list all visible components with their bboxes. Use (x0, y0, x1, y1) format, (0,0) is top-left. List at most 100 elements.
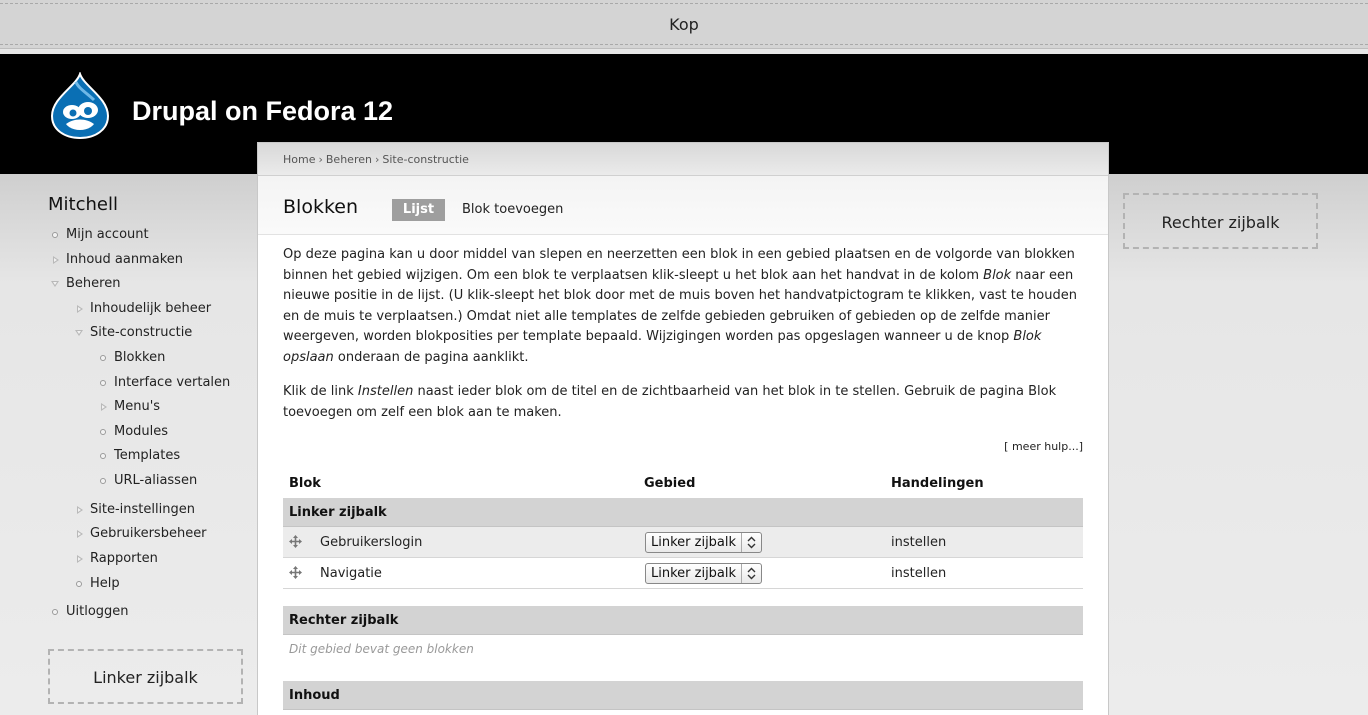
sidebar-item-site-instellingen[interactable]: Site-instellingen (77, 502, 195, 517)
sidebar-item-beheren[interactable]: Beheren (51, 276, 121, 291)
triangle-right-icon (74, 529, 84, 539)
dashed-border-bottom (0, 44, 1368, 45)
region-row-label: Linker zijbalk (289, 505, 387, 520)
help-text: Op deze pagina kan u door middel van sle… (283, 245, 1083, 437)
bullet-icon (50, 607, 60, 617)
breadcrumb-site-constructie[interactable]: Site-constructie (382, 153, 469, 166)
breadcrumb-separator: › (318, 153, 323, 166)
sidebar-item-label: Help (90, 576, 120, 591)
triangle-right-icon (74, 505, 84, 515)
breadcrumb-beheren[interactable]: Beheren (326, 153, 372, 166)
bullet-icon (98, 451, 108, 461)
sidebar-item-label: Menu's (114, 399, 161, 414)
header-region-kop: Kop (0, 0, 1368, 49)
breadcrumb: Home › Beheren › Site-constructie (283, 153, 469, 166)
configure-link[interactable]: instellen (891, 535, 946, 550)
sidebar-item-blokken[interactable]: Blokken (100, 350, 166, 365)
page-title: Blokken (283, 196, 358, 218)
user-name-heading: Mitchell (48, 194, 118, 215)
sidebar-item-label: Templates (114, 448, 181, 463)
sidebar-item-inhoud-aanmaken[interactable]: Inhoud aanmaken (53, 252, 183, 267)
drupal-drop-icon[interactable] (48, 72, 112, 140)
breadcrumb-bar: Home › Beheren › Site-constructie (258, 143, 1108, 176)
drag-handle-icon[interactable] (289, 566, 302, 579)
region-left-sidebar-placeholder: Linker zijbalk (48, 649, 243, 704)
region-select[interactable]: Linker zijbalk (645, 563, 762, 584)
bullet-icon (98, 378, 108, 388)
sidebar-item-label: Gebruikersbeheer (90, 526, 207, 541)
triangle-down-icon (74, 328, 84, 338)
more-help-link[interactable]: [ meer hulp...] (1004, 440, 1083, 453)
help-paragraph-1: Op deze pagina kan u door middel van sle… (283, 245, 1083, 368)
sidebar-item-label: Site-constructie (90, 325, 193, 340)
sidebar-item-label: Modules (114, 424, 169, 439)
dashed-border-top (0, 3, 1368, 4)
sidebar-item-label: Uitloggen (66, 604, 129, 619)
sidebar-item-menu-s[interactable]: Menu's (101, 399, 161, 414)
sidebar-item-label: Site-instellingen (90, 502, 195, 517)
breadcrumb-home[interactable]: Home (283, 153, 315, 166)
configure-link[interactable]: instellen (891, 566, 946, 581)
sidebar-item-label: Blokken (114, 350, 166, 365)
region-right-label: Rechter zijbalk (1161, 213, 1280, 232)
region-select[interactable]: Linker zijbalk (645, 532, 762, 553)
sidebar-item-rapporten[interactable]: Rapporten (77, 551, 158, 566)
region-right-sidebar-placeholder: Rechter zijbalk (1123, 193, 1318, 249)
main-content: Home › Beheren › Site-constructie Blokken Li… (257, 142, 1109, 715)
title-bar: Blokken Lijst Blok toevoegen (258, 176, 1108, 235)
sidebar-item-gebruikersbeheer[interactable]: Gebruikersbeheer (77, 526, 207, 541)
table-row: Navigatie Linker zijbalk instellen (283, 558, 1083, 589)
sidebar-item-label: Inhoud aanmaken (66, 252, 183, 267)
triangle-right-icon (74, 304, 84, 314)
region-row-inhoud: Inhoud (283, 681, 1083, 710)
sidebar-item-site-constructie[interactable]: Site-constructie (75, 325, 193, 340)
region-select-value: Linker zijbalk (651, 566, 737, 581)
column-header-operations: Handelingen (891, 476, 984, 491)
triangle-down-icon (50, 279, 60, 289)
bullet-icon (50, 230, 60, 240)
sidebar-item-label: Inhoudelijk beheer (90, 301, 212, 316)
site-name[interactable]: Drupal on Fedora 12 (132, 96, 393, 127)
column-header-region: Gebied (644, 476, 696, 491)
bullet-icon (74, 579, 84, 589)
block-name: Gebruikerslogin (320, 535, 423, 550)
block-name: Navigatie (320, 566, 382, 581)
help-text-emphasis: Blok (983, 267, 1012, 283)
triangle-right-icon (74, 554, 84, 564)
triangle-right-icon (98, 402, 108, 412)
help-paragraph-2: Klik de link Instellen naast ieder blok … (283, 382, 1083, 423)
region-row-label: Inhoud (289, 688, 340, 703)
sidebar-item-label: Beheren (66, 276, 121, 291)
sidebar-item-inhoudelijk-beheer[interactable]: Inhoudelijk beheer (77, 301, 212, 316)
sidebar-item-mijn-account[interactable]: Mijn account (52, 227, 149, 242)
sidebar-item-label: Rapporten (90, 551, 158, 566)
region-row-label: Rechter zijbalk (289, 613, 399, 628)
sidebar-item-help[interactable]: Help (76, 576, 120, 591)
sidebar-item-label: Mijn account (66, 227, 149, 242)
region-select-value: Linker zijbalk (651, 535, 737, 550)
bullet-icon (98, 476, 108, 486)
select-arrows-icon (741, 564, 756, 583)
kop-label: Kop (669, 15, 699, 34)
help-text-emphasis: Instellen (357, 384, 414, 399)
tab-lijst[interactable]: Lijst (392, 199, 445, 221)
help-text-part: Klik de link (283, 384, 358, 399)
triangle-right-icon (50, 255, 60, 265)
sidebar-item-label: URL-aliassen (114, 473, 198, 488)
sidebar-item-interface-vertalen[interactable]: Interface vertalen (100, 375, 231, 390)
tab-blok-toevoegen[interactable]: Blok toevoegen (462, 199, 563, 221)
drag-handle-icon[interactable] (289, 535, 302, 548)
bullet-icon (98, 427, 108, 437)
help-text-part: Op deze pagina kan u door middel van sle… (283, 247, 1075, 283)
column-header-block: Blok (289, 476, 321, 491)
region-left-label: Linker zijbalk (93, 668, 198, 687)
sidebar-item-label: Interface vertalen (114, 375, 231, 390)
sidebar-item-templates[interactable]: Templates (100, 448, 181, 463)
empty-region-message: Dit gebied bevat geen blokken (289, 642, 474, 656)
help-text-part: onderaan de pagina aanklikt. (333, 349, 529, 365)
table-row: Gebruikerslogin Linker zijbalk instellen (283, 527, 1083, 558)
sidebar-item-modules[interactable]: Modules (100, 424, 169, 439)
sidebar-item-uitloggen[interactable]: Uitloggen (52, 604, 129, 619)
sidebar-item-url-aliassen[interactable]: URL-aliassen (100, 473, 198, 488)
breadcrumb-separator: › (374, 153, 380, 166)
